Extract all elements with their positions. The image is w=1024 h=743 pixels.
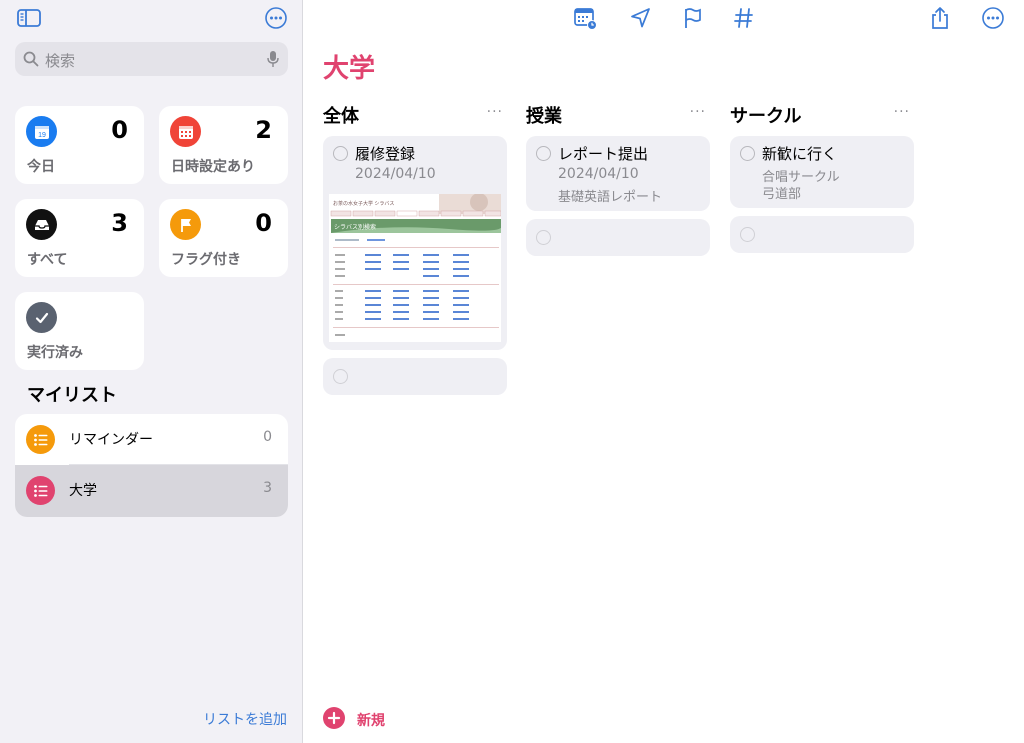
all-label: すべて [27,252,68,268]
column-header: 全体 [323,106,359,127]
search-icon [23,51,39,67]
calendar-grid-icon [170,116,201,147]
list-bullet-icon [26,476,55,505]
tray-icon [26,209,57,240]
new-task-placeholder[interactable] [526,219,710,256]
all-count: 3 [111,209,128,237]
hashtag-icon[interactable] [732,6,756,30]
list-count: 3 [263,480,272,496]
list-title: 大学 [323,54,376,84]
list-item-university[interactable]: 大学 3 [15,465,288,517]
thumbnail-banner: シラバス別検索 [334,223,376,231]
main-content: 大学 全体 ··· 履修登録 2024/04/10 お茶の水女子大学 シラバス [304,0,1024,743]
task-card[interactable]: 新歓に行く 合唱サークル 弓道部 [730,136,914,208]
completed-label: 実行済み [27,345,83,361]
new-task-placeholder[interactable] [730,216,914,253]
smart-list-today[interactable]: 19 0 今日 [15,106,144,184]
checkmark-icon [26,302,57,333]
plus-icon [327,711,341,725]
attachment-thumbnail[interactable]: お茶の水女子大学 シラバス シラバス別検索 [329,194,501,342]
today-label: 今日 [27,159,55,175]
smart-list-flagged[interactable]: 0 フラグ付き [159,199,288,277]
search-placeholder: 検索 [45,52,76,70]
microphone-icon[interactable] [267,50,279,68]
today-badge: 19 [38,132,46,139]
more-options-icon[interactable] [265,7,287,29]
flag-icon [170,209,201,240]
empty-checkbox[interactable] [536,230,551,245]
list-name: 大学 [69,483,97,499]
list-count: 0 [263,429,272,445]
task-card[interactable]: 履修登録 2024/04/10 お茶の水女子大学 シラバス シラバス別検索 [323,136,507,350]
task-date: 2024/04/10 [558,166,639,182]
flagged-count: 0 [255,209,272,237]
task-title: レポート提出 [558,145,649,163]
list-item-reminders[interactable]: リマインダー 0 [15,414,288,465]
column-header: サークル [730,106,802,127]
smart-list-all[interactable]: 3 すべて [15,199,144,277]
scheduled-count: 2 [255,116,272,144]
list-bullet-icon [26,425,55,454]
sidebar: 検索 19 0 今日 2 日時設定あり 3 すべて 0 フラグ付き 実行済み マ… [0,0,303,743]
new-task-placeholder[interactable] [323,358,507,395]
flag-icon[interactable] [681,6,705,30]
empty-checkbox[interactable] [740,227,755,242]
my-lists-header: マイリスト [27,385,117,406]
add-list-button[interactable]: リストを追加 [203,709,287,729]
share-icon[interactable] [928,6,952,30]
smart-list-completed[interactable]: 実行済み [15,292,144,370]
my-lists: リマインダー 0 大学 3 [15,414,288,517]
calendar-today-icon: 19 [26,116,57,147]
thumbnail-title: お茶の水女子大学 シラバス [333,200,394,207]
location-arrow-icon[interactable] [629,6,653,30]
column-header: 授業 [526,106,562,127]
calendar-clock-icon[interactable] [573,6,597,30]
complete-checkbox[interactable] [740,146,755,161]
task-title: 新歓に行く [762,145,838,163]
smart-list-scheduled[interactable]: 2 日時設定あり [159,106,288,184]
today-count: 0 [111,116,128,144]
task-card[interactable]: レポート提出 2024/04/10 基礎英語レポート [526,136,710,211]
new-reminder-label[interactable]: 新規 [357,710,385,730]
search-field[interactable]: 検索 [15,42,288,76]
column-more-button[interactable]: ··· [690,104,706,120]
flagged-label: フラグ付き [171,252,241,268]
scheduled-label: 日時設定あり [171,159,255,175]
column-more-button[interactable]: ··· [894,104,910,120]
new-reminder-button[interactable] [323,707,345,729]
more-options-icon[interactable] [981,6,1005,30]
task-note: 弓道部 [762,187,802,202]
complete-checkbox[interactable] [536,146,551,161]
empty-checkbox[interactable] [333,369,348,384]
complete-checkbox[interactable] [333,146,348,161]
reminders-app: 検索 19 0 今日 2 日時設定あり 3 すべて 0 フラグ付き 実行済み マ… [0,0,1024,743]
sidebar-toggle-icon[interactable] [17,9,41,27]
task-date: 2024/04/10 [355,166,436,182]
list-name: リマインダー [69,432,153,448]
task-note: 基礎英語レポート [558,190,663,205]
column-more-button[interactable]: ··· [487,104,503,120]
task-title: 履修登録 [355,145,416,163]
